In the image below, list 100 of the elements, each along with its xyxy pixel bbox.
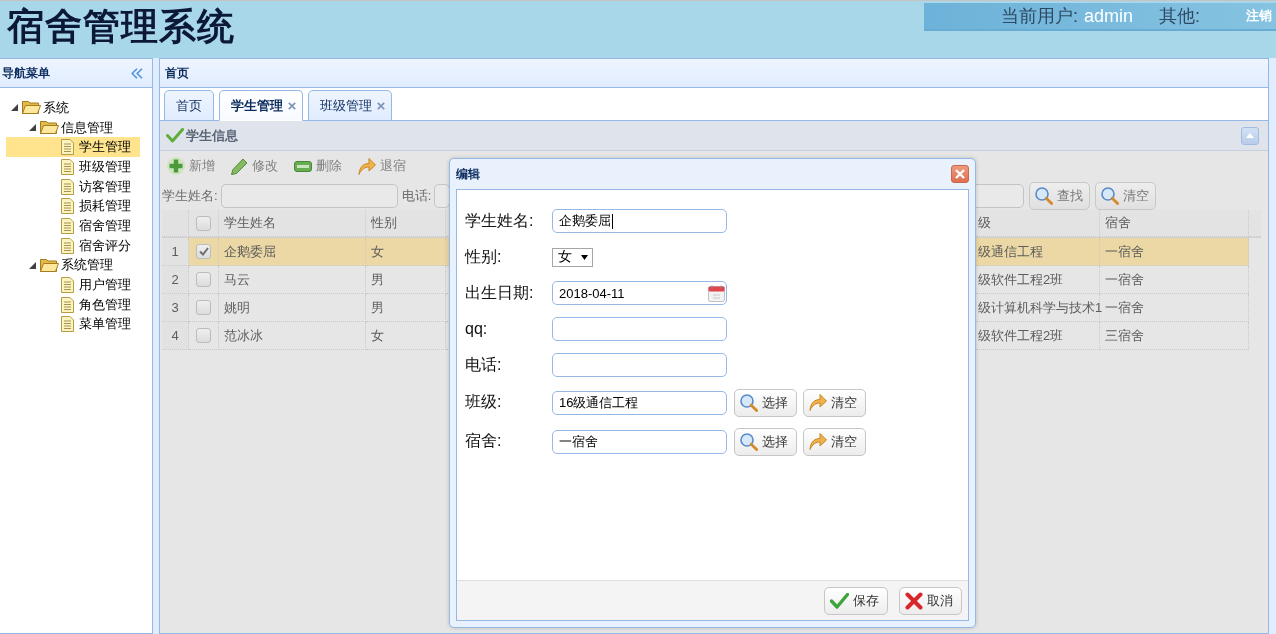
- input-field[interactable]: 企鹅委屈: [552, 209, 727, 233]
- picker-button[interactable]: 选择: [734, 427, 797, 456]
- search-field[interactable]: [220, 183, 398, 208]
- app-title: 宿舍管理系统: [6, 5, 235, 49]
- caret-icon: [581, 254, 588, 260]
- row-number: 2: [162, 266, 189, 294]
- file-icon: [60, 217, 74, 234]
- panel-title: 导航菜单: [2, 64, 50, 82]
- row-checkbox[interactable]: [196, 300, 211, 315]
- tab[interactable]: 首页: [164, 90, 214, 121]
- triangle-icon[interactable]: [28, 124, 36, 132]
- tree-item[interactable]: 用户管理: [6, 275, 140, 295]
- search-button[interactable]: 查找: [1029, 181, 1090, 210]
- tree-item[interactable]: 访客管理: [6, 176, 140, 197]
- triangle-icon[interactable]: [10, 104, 18, 112]
- tab[interactable]: 班级管理: [308, 90, 392, 121]
- table-cell: 三宿舍: [1100, 322, 1249, 350]
- row-number: 1: [162, 238, 189, 266]
- cancel-button[interactable]: 取消: [899, 586, 962, 615]
- close-icon[interactable]: [377, 101, 385, 110]
- calendar-icon[interactable]: [708, 284, 725, 302]
- close-button[interactable]: [951, 165, 969, 183]
- panel-title: 学生信息: [186, 126, 238, 145]
- table-cell: 男: [366, 266, 446, 294]
- dialog-title: 编辑: [456, 165, 480, 183]
- row-number: 4: [162, 322, 189, 350]
- table-cell: 姚明: [219, 294, 366, 322]
- row-number: 3: [162, 294, 189, 322]
- picker-button[interactable]: 清空: [803, 388, 866, 417]
- row-checkbox[interactable]: [196, 328, 211, 343]
- tree-item[interactable]: 菜单管理: [6, 314, 140, 335]
- table-cell: 范冰冰: [219, 322, 366, 350]
- field-label: 出生日期:: [465, 282, 535, 303]
- folder-icon: [39, 258, 59, 272]
- column-header: 性别: [366, 210, 446, 237]
- tree-item[interactable]: 系统: [6, 98, 140, 118]
- tree-item[interactable]: 宿舍评分: [6, 235, 140, 256]
- search-icon: [740, 432, 758, 451]
- table-cell: 级通信工程: [976, 238, 1100, 266]
- tree-item[interactable]: 班级管理: [6, 157, 140, 177]
- user-label: 当前用户:: [1001, 5, 1078, 28]
- minus-icon: [294, 160, 312, 172]
- triangle-icon[interactable]: [28, 261, 36, 269]
- table-cell: 男: [366, 294, 446, 322]
- save-button[interactable]: 保存: [824, 586, 888, 615]
- file-icon: [60, 198, 74, 215]
- field-label: 学生姓名:: [465, 210, 535, 231]
- tree-item[interactable]: 信息管理: [6, 117, 140, 138]
- plus-icon: [167, 157, 185, 175]
- double-chevron-icon[interactable]: [131, 67, 143, 79]
- search-icon: [740, 393, 758, 412]
- input-field[interactable]: 一宿舍: [552, 429, 727, 454]
- other-label: 其他:: [1159, 5, 1201, 28]
- table-cell: 一宿舍: [1100, 238, 1249, 266]
- curved-arrow-icon: [358, 157, 376, 175]
- field-label: 电话:: [465, 354, 503, 375]
- file-icon: [60, 296, 74, 313]
- user-name: admin: [1084, 5, 1134, 27]
- field-label: 性别:: [465, 246, 503, 267]
- cross-icon: [905, 591, 923, 610]
- search-field[interactable]: [434, 183, 451, 208]
- tree-item[interactable]: 系统管理: [6, 255, 140, 276]
- column-header: 宿舍: [1100, 210, 1249, 237]
- tree-item[interactable]: 损耗管理: [6, 196, 140, 217]
- table-cell: 企鹅委屈: [219, 238, 366, 266]
- pencil-icon: [231, 157, 248, 175]
- file-icon: [60, 139, 74, 156]
- caret-icon: [1246, 133, 1254, 138]
- row-checkbox[interactable]: [196, 244, 211, 259]
- table-cell: 一宿舍: [1100, 266, 1249, 294]
- curved-arrow-icon: [809, 433, 827, 450]
- checkmark-icon: [830, 592, 849, 609]
- tab[interactable]: 学生管理: [219, 90, 303, 121]
- date-field[interactable]: 2018-04-11: [552, 281, 727, 305]
- field-label: 电话:: [401, 186, 432, 205]
- close-icon: [955, 169, 965, 179]
- tree-item[interactable]: 角色管理: [6, 294, 140, 315]
- collapse-button[interactable]: [1241, 126, 1259, 145]
- select-all-checkbox[interactable]: [196, 215, 211, 231]
- search-icon: [1035, 186, 1053, 205]
- file-icon: [60, 158, 74, 175]
- search-button[interactable]: 清空: [1095, 181, 1156, 210]
- tree-item[interactable]: 宿舍管理: [6, 216, 140, 236]
- input-field[interactable]: [552, 353, 727, 377]
- file-icon: [60, 316, 74, 333]
- picker-button[interactable]: 选择: [734, 388, 797, 417]
- column-header: 学生姓名: [219, 210, 366, 237]
- table-cell: 一宿舍: [1100, 294, 1249, 322]
- folder-icon: [39, 121, 59, 135]
- tree-item[interactable]: 学生管理: [6, 137, 140, 158]
- field-label: 学生姓名:: [162, 186, 218, 205]
- close-icon[interactable]: [288, 101, 296, 110]
- picker-button[interactable]: 清空: [803, 427, 866, 456]
- select-field[interactable]: 女: [552, 247, 593, 267]
- input-field[interactable]: 16级通信工程: [552, 390, 727, 415]
- row-checkbox[interactable]: [196, 272, 211, 287]
- input-field[interactable]: [552, 317, 727, 341]
- field-label: qq:: [465, 320, 489, 338]
- table-cell: 女: [366, 322, 446, 350]
- field-label: 班级:: [465, 392, 503, 412]
